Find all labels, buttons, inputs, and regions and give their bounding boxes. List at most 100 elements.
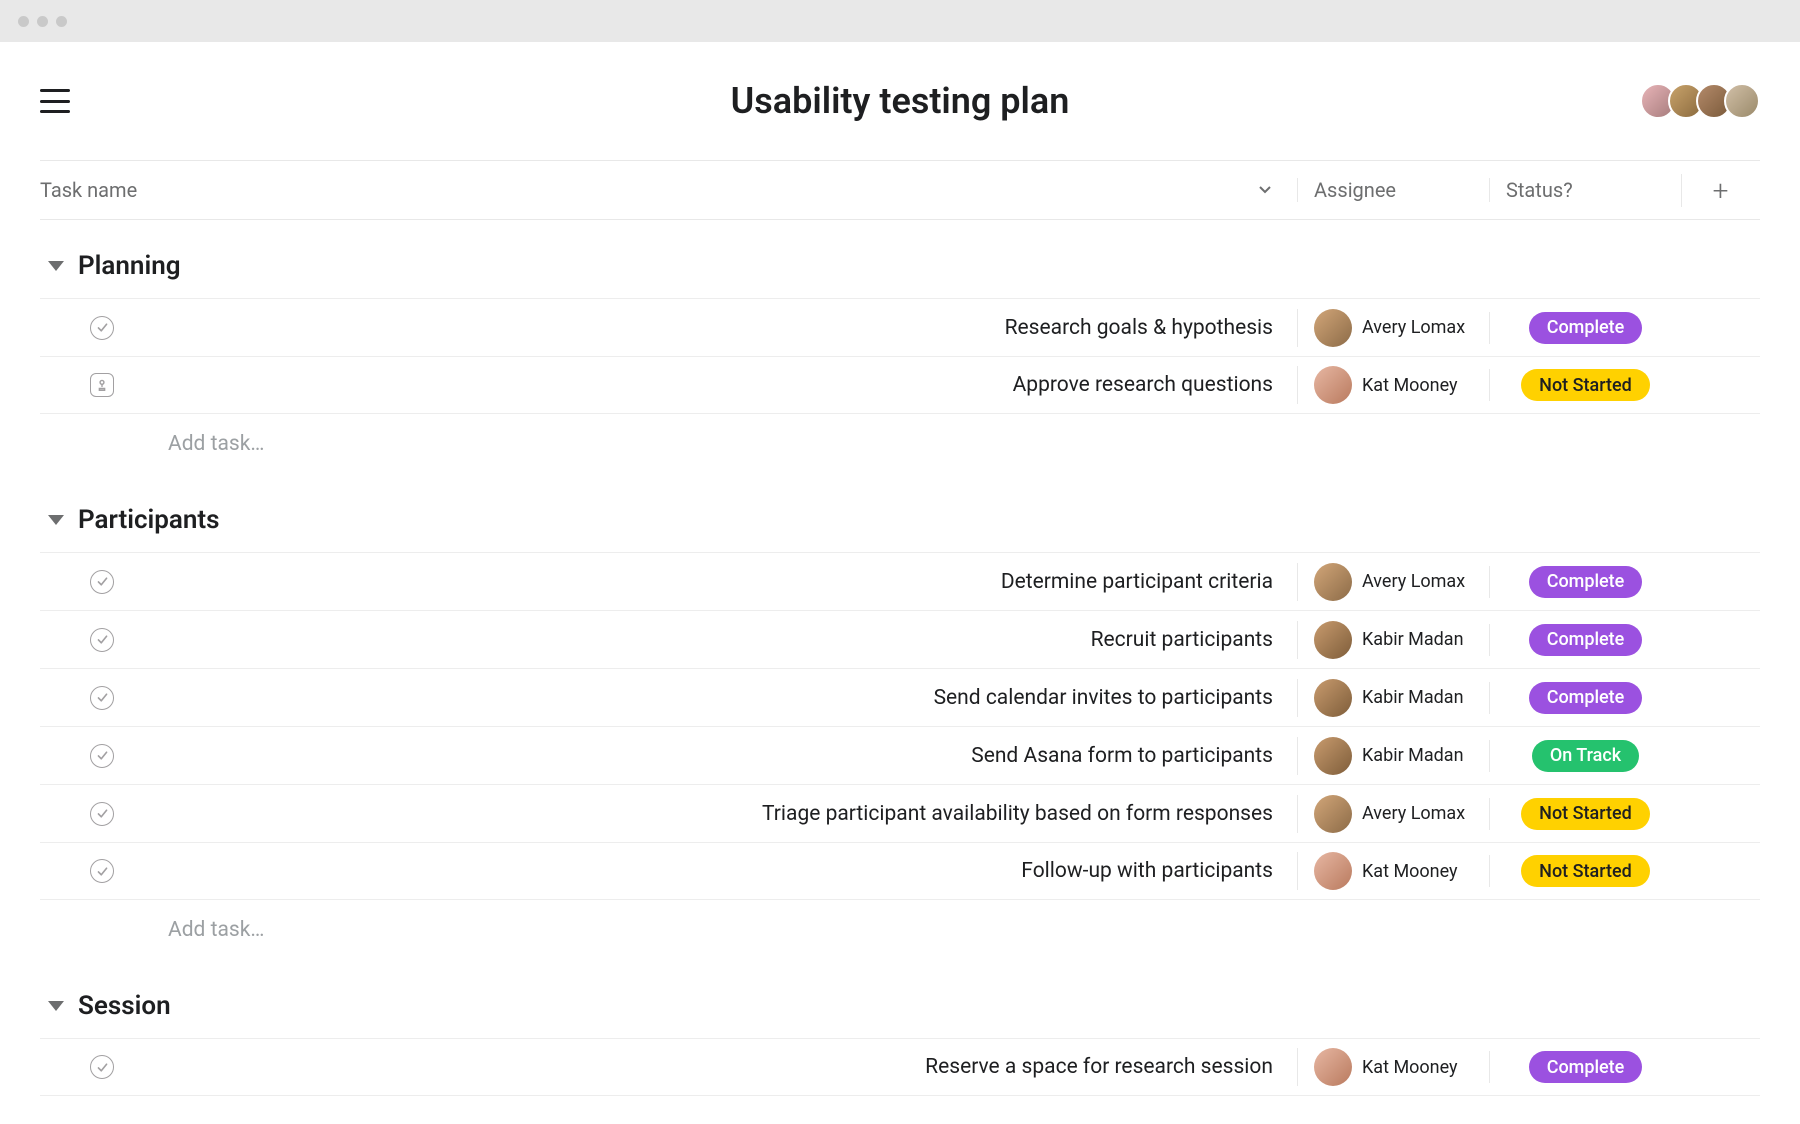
task-title: Follow-up with participants	[1021, 859, 1273, 883]
check-circle-icon[interactable]	[90, 628, 114, 652]
collaborator-avatars[interactable]	[1648, 83, 1760, 119]
assignee-name: Kabir Madan	[1362, 629, 1464, 650]
task-cell-assignee[interactable]: Kat Mooney	[1297, 1048, 1489, 1086]
task-row[interactable]: Follow-up with participants Kat Mooney Not…	[40, 842, 1760, 900]
collaborator-avatar[interactable]	[1724, 83, 1760, 119]
task-cell-status[interactable]: Complete	[1489, 682, 1681, 714]
add-task-label: Add task…	[168, 918, 264, 942]
task-cell-status[interactable]: Complete	[1489, 566, 1681, 598]
task-cell-name[interactable]: Approve research questions	[40, 373, 1297, 397]
assignee-avatar	[1314, 852, 1352, 890]
status-badge: On Track	[1532, 740, 1639, 772]
task-row[interactable]: Recruit participants Kabir Madan Complete	[40, 610, 1760, 668]
assignee-name: Kat Mooney	[1362, 861, 1458, 882]
add-task-label: Add task…	[168, 432, 264, 456]
task-cell-status[interactable]: Not Started	[1489, 798, 1681, 830]
check-circle-icon[interactable]	[90, 744, 114, 768]
task-cell-assignee[interactable]: Kat Mooney	[1297, 366, 1489, 404]
disclosure-triangle-icon[interactable]	[48, 515, 64, 525]
task-cell-name[interactable]: Research goals & hypothesis	[40, 316, 1297, 340]
chevron-down-icon[interactable]	[1257, 178, 1273, 202]
section-title: Session	[78, 991, 171, 1021]
section-title: Participants	[78, 505, 220, 535]
status-badge: Not Started	[1521, 798, 1650, 830]
column-header-task[interactable]: Task name	[40, 178, 1297, 202]
task-cell-name[interactable]: Determine participant criteria	[40, 570, 1297, 594]
traffic-light-zoom[interactable]	[56, 16, 67, 27]
task-row[interactable]: Reserve a space for research session Kat …	[40, 1038, 1760, 1096]
task-cell-status[interactable]: Complete	[1489, 312, 1681, 344]
hamburger-menu-icon[interactable]	[40, 89, 70, 113]
assignee-name: Avery Lomax	[1362, 803, 1465, 824]
task-cell-assignee[interactable]: Avery Lomax	[1297, 563, 1489, 601]
column-header-status[interactable]: Status?	[1489, 178, 1681, 202]
task-cell-status[interactable]: Not Started	[1489, 855, 1681, 887]
page-title: Usability testing plan	[0, 80, 1800, 122]
status-badge: Not Started	[1521, 855, 1650, 887]
task-cell-name[interactable]: Triage participant availability based on…	[40, 802, 1297, 826]
traffic-light-minimize[interactable]	[37, 16, 48, 27]
check-circle-icon[interactable]	[90, 316, 114, 340]
task-title: Approve research questions	[1013, 373, 1273, 397]
task-cell-assignee[interactable]: Kabir Madan	[1297, 621, 1489, 659]
task-title: Determine participant criteria	[1001, 570, 1273, 594]
task-cell-name[interactable]: Send Asana form to participants	[40, 744, 1297, 768]
task-cell-assignee[interactable]: Kabir Madan	[1297, 679, 1489, 717]
add-task-button[interactable]: Add task…	[40, 900, 1760, 960]
task-cell-assignee[interactable]: Kabir Madan	[1297, 737, 1489, 775]
column-header-row: Task name Assignee Status? +	[40, 160, 1760, 220]
task-row[interactable]: Send Asana form to participants Kabir Mad…	[40, 726, 1760, 784]
task-row[interactable]: Research goals & hypothesis Avery Lomax Co…	[40, 298, 1760, 356]
task-row[interactable]: Determine participant criteria Avery Loma…	[40, 552, 1760, 610]
task-title: Research goals & hypothesis	[1005, 316, 1273, 340]
assignee-name: Avery Lomax	[1362, 571, 1465, 592]
assignee-avatar	[1314, 621, 1352, 659]
status-badge: Complete	[1529, 566, 1643, 598]
check-circle-icon[interactable]	[90, 570, 114, 594]
window-chrome	[0, 0, 1800, 42]
task-cell-assignee[interactable]: Avery Lomax	[1297, 309, 1489, 347]
task-cell-name[interactable]: Follow-up with participants	[40, 859, 1297, 883]
task-row[interactable]: Approve research questions Kat Mooney Not …	[40, 356, 1760, 414]
check-circle-icon[interactable]	[90, 686, 114, 710]
task-cell-status[interactable]: Not Started	[1489, 369, 1681, 401]
assignee-avatar	[1314, 1048, 1352, 1086]
approval-stamp-icon[interactable]	[90, 373, 114, 397]
disclosure-triangle-icon[interactable]	[48, 261, 64, 271]
task-row[interactable]: Send calendar invites to participants Kab…	[40, 668, 1760, 726]
status-badge: Complete	[1529, 312, 1643, 344]
task-cell-status[interactable]: Complete	[1489, 624, 1681, 656]
plus-icon: +	[1713, 174, 1729, 207]
assignee-name: Avery Lomax	[1362, 317, 1465, 338]
column-header-task-label: Task name	[40, 178, 137, 202]
task-title: Send calendar invites to participants	[934, 686, 1273, 710]
assignee-avatar	[1314, 737, 1352, 775]
app-root: Usability testing plan Task name Assigne…	[0, 42, 1800, 1096]
disclosure-triangle-icon[interactable]	[48, 1001, 64, 1011]
task-cell-status[interactable]: On Track	[1489, 740, 1681, 772]
assignee-avatar	[1314, 309, 1352, 347]
assignee-name: Kat Mooney	[1362, 1057, 1458, 1078]
add-task-button[interactable]: Add task…	[40, 414, 1760, 474]
task-cell-assignee[interactable]: Avery Lomax	[1297, 795, 1489, 833]
task-cell-name[interactable]: Send calendar invites to participants	[40, 686, 1297, 710]
column-header-assignee[interactable]: Assignee	[1297, 178, 1489, 202]
assignee-avatar	[1314, 679, 1352, 717]
task-cell-assignee[interactable]: Kat Mooney	[1297, 852, 1489, 890]
check-circle-icon[interactable]	[90, 802, 114, 826]
assignee-name: Kat Mooney	[1362, 375, 1458, 396]
section-header[interactable]: Session	[40, 960, 1760, 1038]
task-cell-status[interactable]: Complete	[1489, 1051, 1681, 1083]
task-row[interactable]: Triage participant availability based on…	[40, 784, 1760, 842]
section-header[interactable]: Planning	[40, 220, 1760, 298]
check-circle-icon[interactable]	[90, 859, 114, 883]
add-column-button[interactable]: +	[1681, 174, 1759, 207]
task-title: Send Asana form to participants	[971, 744, 1273, 768]
task-cell-name[interactable]: Reserve a space for research session	[40, 1055, 1297, 1079]
traffic-light-close[interactable]	[18, 16, 29, 27]
task-title: Triage participant availability based on…	[762, 802, 1273, 826]
section-header[interactable]: Participants	[40, 474, 1760, 552]
task-cell-name[interactable]: Recruit participants	[40, 628, 1297, 652]
check-circle-icon[interactable]	[90, 1055, 114, 1079]
status-badge: Complete	[1529, 624, 1643, 656]
